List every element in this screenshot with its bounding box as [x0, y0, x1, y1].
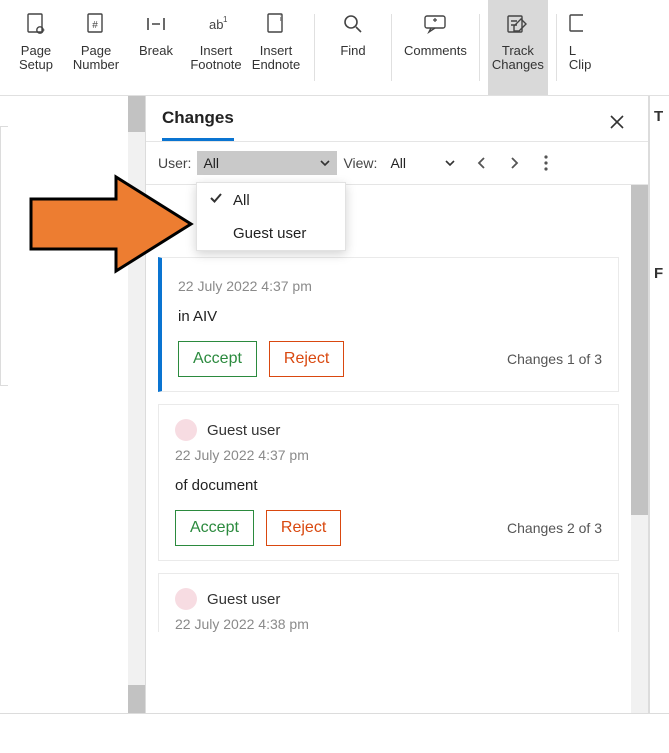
- reject-button[interactable]: Reject: [266, 510, 341, 546]
- change-date: 22 July 2022 4:37 pm: [175, 447, 602, 463]
- change-text: in AIV: [178, 308, 602, 325]
- accept-button[interactable]: Accept: [178, 341, 257, 377]
- panel-filters: User: All View: All: [146, 141, 648, 185]
- next-change-button[interactable]: [501, 150, 527, 176]
- comment-icon: [421, 10, 449, 38]
- ribbon-find[interactable]: Find: [323, 0, 383, 95]
- ribbon-label: LClip: [569, 44, 591, 73]
- view-filter-label: View:: [343, 155, 377, 171]
- scrollbar-thumb[interactable]: [128, 685, 145, 713]
- change-actions: Accept Reject Changes 2 of 3: [175, 510, 602, 546]
- ribbon-label: InsertFootnote: [190, 44, 241, 73]
- ribbon-label: PageSetup: [19, 44, 53, 73]
- chevron-down-icon: [319, 157, 331, 169]
- option-label: Guest user: [233, 225, 306, 242]
- ribbon-insert-footnote[interactable]: ab1 InsertFootnote: [186, 0, 246, 95]
- ribbon-break[interactable]: Break: [126, 0, 186, 95]
- change-user-row: Guest user: [175, 588, 602, 610]
- track-changes-icon: [504, 10, 532, 38]
- avatar: [175, 419, 197, 441]
- panel-menu-button[interactable]: [533, 150, 559, 176]
- break-icon: [142, 10, 170, 38]
- panel-header: Changes: [146, 96, 648, 141]
- change-card[interactable]: Guest user 22 July 2022 4:37 pm of docum…: [158, 404, 619, 561]
- scrollbar-thumb[interactable]: [631, 185, 648, 515]
- user-filter-value: All: [203, 155, 219, 171]
- change-user: Guest user: [207, 422, 280, 439]
- change-user-row: Guest user: [175, 419, 602, 441]
- check-icon: [209, 191, 225, 209]
- ribbon-separator: [391, 14, 392, 81]
- status-bar: [0, 713, 669, 753]
- change-actions: Accept Reject Changes 1 of 3: [178, 341, 602, 377]
- scrollbar-thumb[interactable]: [128, 96, 145, 132]
- user-filter-option-guest[interactable]: Guest user: [197, 217, 345, 250]
- ribbon-separator: [556, 14, 557, 81]
- change-counter: Changes 1 of 3: [507, 351, 602, 367]
- document-scrollbar[interactable]: [128, 96, 145, 713]
- user-filter-option-all[interactable]: All: [197, 183, 345, 217]
- ribbon-separator: [479, 14, 480, 81]
- content-area: Changes User: All View: All: [0, 96, 669, 713]
- panel-body: 22 July 2022 4:37 pm in AIV Accept Rejec…: [146, 185, 648, 713]
- right-sidebar-strip: T F: [649, 96, 669, 713]
- ribbon-separator: [314, 14, 315, 81]
- option-label: All: [233, 192, 250, 209]
- strip-letter: T: [654, 108, 667, 125]
- ribbon-track-changes[interactable]: TrackChanges: [488, 0, 548, 95]
- ribbon-page-setup[interactable]: PageSetup: [6, 0, 66, 95]
- page-edge: [0, 126, 8, 386]
- change-date: 22 July 2022 4:38 pm: [175, 616, 602, 632]
- prev-change-button[interactable]: [469, 150, 495, 176]
- change-text: of document: [175, 477, 602, 494]
- changes-panel: Changes User: All View: All: [145, 96, 649, 713]
- ribbon-label: TrackChanges: [492, 44, 544, 73]
- search-icon: [339, 10, 367, 38]
- panel-close-button[interactable]: [602, 109, 632, 140]
- document-area: [0, 96, 145, 713]
- ribbon-clip-cut[interactable]: LClip: [565, 0, 597, 95]
- clip-icon: [569, 10, 597, 38]
- change-date: 22 July 2022 4:37 pm: [178, 278, 602, 294]
- panel-scrollbar[interactable]: [631, 185, 648, 713]
- reject-button[interactable]: Reject: [269, 341, 344, 377]
- view-filter-value: All: [390, 155, 406, 171]
- change-counter: Changes 2 of 3: [507, 520, 602, 536]
- user-filter-popup: All Guest user: [196, 182, 346, 251]
- change-card[interactable]: Guest user 22 July 2022 4:38 pm: [158, 573, 619, 632]
- svg-text:1: 1: [223, 15, 228, 24]
- ribbon-label: Break: [139, 44, 173, 58]
- user-filter-label: User:: [158, 155, 191, 171]
- panel-title: Changes: [162, 108, 234, 141]
- strip-letter: F: [654, 265, 667, 282]
- change-user: Guest user: [207, 591, 280, 608]
- ribbon-toolbar: PageSetup # PageNumber Break ab1 InsertF…: [0, 0, 669, 96]
- page-setup-icon: [22, 10, 50, 38]
- ribbon-label: PageNumber: [73, 44, 119, 73]
- changes-list: 22 July 2022 4:37 pm in AIV Accept Rejec…: [146, 185, 631, 713]
- avatar: [175, 588, 197, 610]
- ribbon-page-number[interactable]: # PageNumber: [66, 0, 126, 95]
- ribbon-comments[interactable]: Comments: [400, 0, 471, 95]
- chevron-down-icon: [444, 157, 456, 169]
- user-filter-dropdown[interactable]: All: [197, 151, 337, 175]
- ribbon-insert-endnote[interactable]: i InsertEndnote: [246, 0, 306, 95]
- page-number-icon: #: [82, 10, 110, 38]
- accept-button[interactable]: Accept: [175, 510, 254, 546]
- footnote-icon: ab1: [202, 10, 230, 38]
- endnote-icon: i: [262, 10, 290, 38]
- view-filter-dropdown[interactable]: All: [383, 150, 463, 176]
- change-card[interactable]: 22 July 2022 4:37 pm in AIV Accept Rejec…: [158, 257, 619, 392]
- ribbon-label: InsertEndnote: [252, 44, 300, 73]
- ribbon-label: Find: [340, 44, 365, 58]
- svg-text:ab: ab: [209, 17, 223, 32]
- ribbon-label: Comments: [404, 44, 467, 58]
- svg-text:#: #: [92, 20, 98, 31]
